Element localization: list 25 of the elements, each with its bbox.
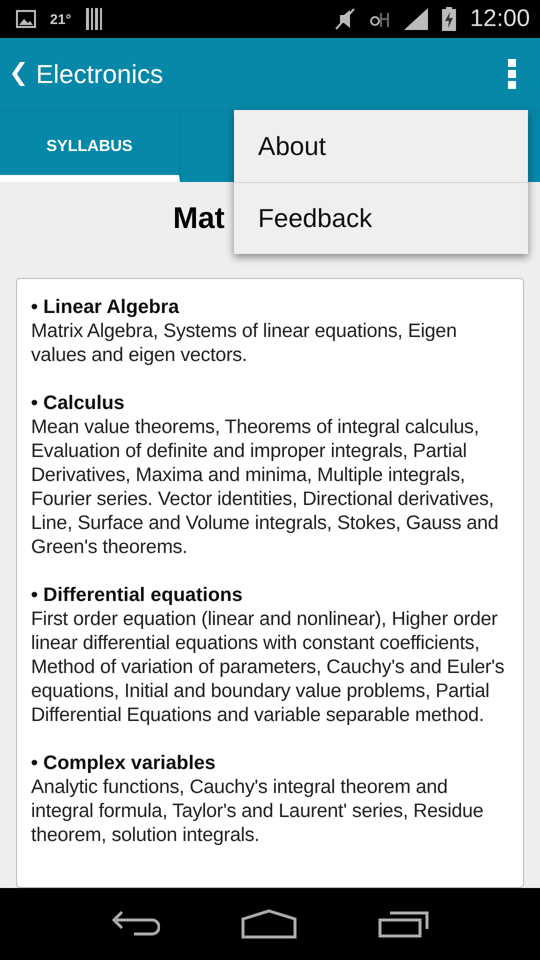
recent-apps-icon[interactable] xyxy=(378,910,430,938)
topic-description: Mean value theorems, Theorems of integral calculus, Evaluation of definite and improper integrals, Partial Derivatives, Maxima and minima, Multiple integrals, Fourier series. Vector identities, Directional derivatives, Line, Surface and Volume integrals, Stokes, Gauss and Green's theorems. xyxy=(31,415,500,559)
home-icon[interactable] xyxy=(240,909,297,939)
network-icon xyxy=(370,11,390,27)
menu-item[interactable]: About xyxy=(234,110,528,182)
back-icon[interactable] xyxy=(110,910,160,938)
topic-title: • Linear Algebra xyxy=(31,295,180,319)
topic-description: Analytic functions, Cauchy's integral theorem and integral formula, Taylor's and Laurent' series, Residue theorem, solution integrals. xyxy=(31,775,484,847)
clock-text: 12:00 xyxy=(470,5,530,33)
page-heading: Mat xyxy=(173,202,225,236)
battery-icon xyxy=(442,7,456,31)
topic-title: • Differential equations xyxy=(31,583,244,607)
temperature-text: 21° xyxy=(50,11,72,27)
topic-title: • Complex variables xyxy=(31,751,217,775)
back-icon[interactable] xyxy=(10,61,26,87)
overflow-menu-icon[interactable] xyxy=(508,59,516,89)
image-icon xyxy=(16,10,36,28)
mute-icon xyxy=(334,7,356,31)
signal-icon xyxy=(404,8,428,30)
menu-item[interactable]: Feedback xyxy=(234,182,528,254)
barcode-icon xyxy=(85,8,104,30)
app-title: Electronics xyxy=(36,58,164,90)
topic-title: • Calculus xyxy=(31,391,126,415)
topic-description: First order equation (linear and nonlinear), Higher order linear differential equations with constant coefficients, Method of variation of parameters, Cauchy's and Euler's equations, Initial and boundary value problems, Partial Differential Equations and variable separable method. xyxy=(31,607,506,727)
topic-description: Matrix Algebra, Systems of linear equations, Eigen values and eigen vectors. xyxy=(31,319,458,367)
